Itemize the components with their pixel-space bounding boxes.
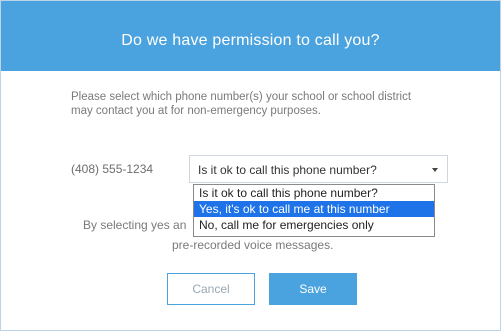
- dialog-body: Please select which phone number(s) your…: [1, 71, 500, 330]
- dialog-header: Do we have permission to call you?: [1, 1, 500, 71]
- option-yes[interactable]: Yes, it's ok to call me at this number: [194, 201, 434, 217]
- consent-text-line-2: pre-recorded voice messages.: [172, 238, 334, 252]
- dialog-title: Do we have permission to call you?: [121, 32, 380, 49]
- select-current-value: Is it ok to call this phone number?: [198, 163, 377, 177]
- save-button[interactable]: Save: [269, 273, 357, 305]
- call-permission-select[interactable]: Is it ok to call this phone number?: [189, 155, 448, 183]
- cancel-button[interactable]: Cancel: [167, 273, 255, 305]
- permission-dialog: Do we have permission to call you? Pleas…: [0, 0, 501, 331]
- chevron-down-icon[interactable]: [432, 168, 438, 172]
- consent-text-line-1: By selecting yes an: [83, 218, 187, 232]
- select-dropdown-list: Is it ok to call this phone number? Yes,…: [193, 184, 435, 237]
- option-no-emergencies-only[interactable]: No, call me for emergencies only: [194, 217, 434, 233]
- intro-text: Please select which phone number(s) your…: [71, 91, 412, 117]
- phone-number: (408) 555-1234: [71, 162, 154, 176]
- option-ask[interactable]: Is it ok to call this phone number?: [194, 185, 434, 201]
